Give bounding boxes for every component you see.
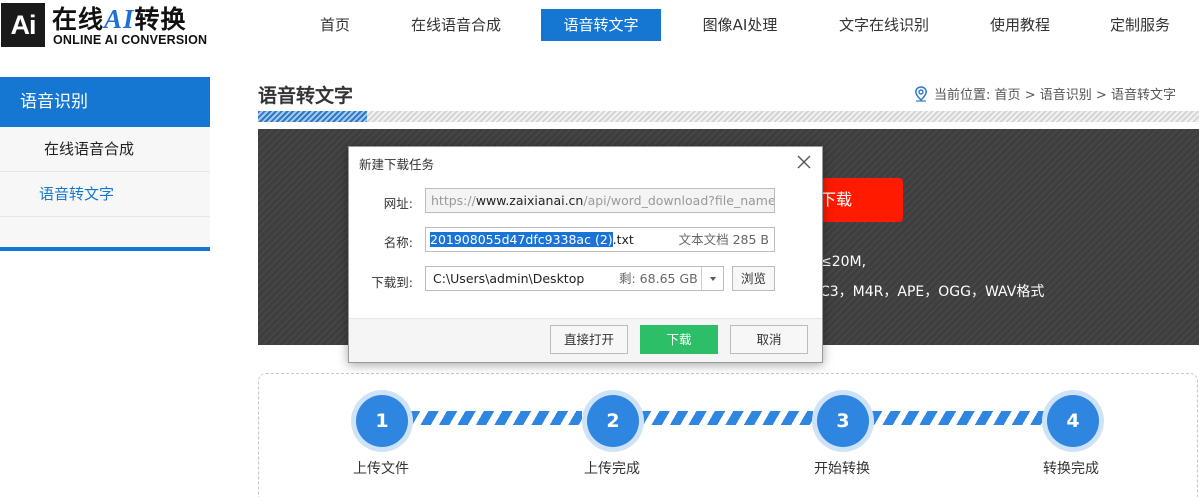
name-label: 名称: [383, 235, 413, 250]
site-header: Ai 在线AI转换 ONLINE AI CONVERSION 首页 在线语音合成… [0, 0, 1199, 54]
dropdown-arrow[interactable] [701, 267, 723, 290]
step-4: 4 [1042, 390, 1104, 452]
breadcrumb-prefix: 当前位置: [934, 88, 991, 103]
chevron-down-icon [710, 277, 716, 281]
breadcrumb-sep: > [1024, 88, 1036, 103]
step-label: 开始转换 [814, 461, 870, 477]
url-domain: www.zaixianai.cn [475, 193, 584, 208]
step-number: 4 [1047, 395, 1099, 447]
step-1: 1 [351, 390, 413, 452]
sidebar: 语音识别 在线语音合成 语音转文字 [0, 77, 210, 251]
sidebar-item-tts[interactable]: 在线语音合成 [0, 127, 210, 172]
step-number: 3 [817, 395, 869, 447]
sidebar-spacer [0, 217, 210, 247]
step-label: 上传文件 [353, 461, 409, 477]
url-field[interactable]: https://www.zaixianai.cn/api/word_downlo… [425, 188, 775, 213]
logo-mark: Ai [1, 3, 45, 47]
filename-input[interactable]: 201908055d47dfc9338ac (2).txt 文本文档 285 B [425, 227, 775, 252]
step-number: 2 [587, 395, 639, 447]
site-logo[interactable]: Ai 在线AI转换 ONLINE AI CONVERSION [0, 0, 215, 54]
logo-title-a: 在线 [52, 5, 105, 34]
logo-title: 在线AI转换 [52, 0, 187, 36]
nav-ocr[interactable]: 文字在线识别 [824, 9, 944, 41]
breadcrumb-sep: > [1095, 88, 1107, 103]
step-connector [872, 411, 1044, 425]
breadcrumb-speech[interactable]: 语音识别 [1040, 88, 1092, 103]
cancel-button[interactable]: 取消 [730, 325, 808, 354]
dialog-title: 新建下载任务 [359, 157, 435, 172]
breadcrumb: 当前位置: 首页 > 语音识别 > 语音转文字 [914, 84, 1176, 103]
new-download-dialog: 新建下载任务 网址: https://www.zaixianai.cn/api/… [348, 146, 823, 363]
panel-format-note: C3，M4R，APE，OGG，WAV格式 [820, 284, 1045, 300]
location-pin-icon [915, 86, 927, 102]
panel-size-note: ≤20M, [820, 254, 867, 270]
logo-subtitle: ONLINE AI CONVERSION [53, 33, 208, 47]
title-stripe-accent [258, 111, 367, 122]
step-label: 上传完成 [584, 461, 640, 477]
sidebar-bottom-bar [0, 247, 210, 251]
nav-home[interactable]: 首页 [300, 9, 370, 41]
save-path-value: C:\Users\admin\Desktop [433, 271, 585, 286]
step-connector [410, 411, 582, 425]
sidebar-item-speech-to-text[interactable]: 语音转文字 [0, 172, 210, 217]
url-path: /api/word_download?file_name=20 [583, 193, 775, 208]
file-info: 文本文档 285 B [678, 232, 769, 247]
nav-speech-to-text[interactable]: 语音转文字 [541, 9, 661, 41]
open-directly-button[interactable]: 直接打开 [550, 325, 628, 354]
filename-selected: 201908055d47dfc9338ac (2) [430, 232, 613, 247]
breadcrumb-home[interactable]: 首页 [995, 88, 1021, 103]
save-to-label: 下载到: [371, 275, 413, 290]
breadcrumb-current: 语音转文字 [1110, 88, 1176, 103]
step-label: 转换完成 [1043, 461, 1099, 477]
filename-ext: .txt [612, 232, 634, 247]
url-prefix: https:// [431, 193, 476, 208]
nav-tts[interactable]: 在线语音合成 [396, 9, 516, 41]
logo-title-b: 转换 [134, 5, 187, 34]
browse-button[interactable]: 浏览 [732, 266, 775, 291]
nav-image-ai[interactable]: 图像AI处理 [686, 9, 794, 41]
free-space: 剩: 68.65 GB [619, 271, 698, 286]
url-label: 网址: [383, 196, 413, 211]
sidebar-header: 语音识别 [0, 77, 210, 127]
logo-title-ai: AI [104, 4, 135, 34]
save-path-select[interactable]: C:\Users\admin\Desktop 剩: 68.65 GB [425, 266, 724, 291]
page-title: 语音转文字 [258, 85, 354, 107]
confirm-download-button[interactable]: 下载 [640, 325, 718, 354]
step-number: 1 [356, 395, 408, 447]
step-connector [641, 411, 813, 425]
nav-custom[interactable]: 定制服务 [1100, 9, 1180, 41]
nav-tutorial[interactable]: 使用教程 [980, 9, 1060, 41]
step-2: 2 [582, 390, 644, 452]
close-icon[interactable] [795, 153, 813, 171]
title-stripe [258, 111, 1199, 122]
step-3: 3 [812, 390, 874, 452]
